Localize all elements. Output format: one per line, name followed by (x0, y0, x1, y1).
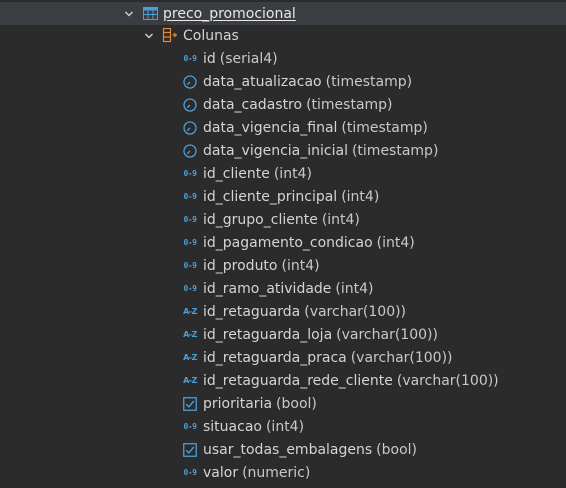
column-type: (timestamp) (351, 142, 439, 159)
tree-node-columns-folder[interactable]: Colunas (0, 24, 566, 47)
numeric-icon: 0-9 (183, 261, 197, 270)
tree-node-column[interactable]: data_atualizacao (timestamp) (0, 70, 566, 93)
numeric-icon: 0-9 (183, 192, 197, 201)
tree-node-column[interactable]: 0-9 id_grupo_cliente (int4) (0, 208, 566, 231)
column-name: id_grupo_cliente (203, 211, 318, 228)
numeric-icon: 0-9 (183, 468, 197, 477)
column-type: (varchar(100)) (304, 303, 407, 320)
column-type: (varchar(100)) (396, 372, 499, 389)
numeric-icon: 0-9 (183, 169, 197, 178)
tree-node-column[interactable]: A-Z id_retaguarda (varchar(100)) (0, 300, 566, 323)
tree-node-column[interactable]: 0-9 id_produto (int4) (0, 254, 566, 277)
numeric-icon: 0-9 (183, 54, 197, 63)
clock-icon (182, 120, 198, 136)
tree-node-column[interactable]: data_vigencia_final (timestamp) (0, 116, 566, 139)
tree-node-column[interactable]: data_cadastro (timestamp) (0, 93, 566, 116)
column-name: usar_todas_embalagens (203, 441, 373, 458)
column-type: (int4) (281, 257, 320, 274)
column-name: data_atualizacao (203, 73, 322, 90)
text-az-icon: A-Z (183, 376, 197, 385)
tree-node-table[interactable]: preco_promocional (0, 2, 566, 25)
tree-node-column[interactable]: A-Z id_retaguarda_loja (varchar(100)) (0, 323, 566, 346)
column-type: (int4) (376, 234, 415, 251)
columns-folder-icon (162, 28, 178, 44)
chevron-down-icon[interactable] (122, 7, 136, 21)
text-az-icon: A-Z (183, 353, 197, 362)
column-name: id (203, 50, 216, 67)
column-name: id_retaguarda (203, 303, 301, 320)
tree-node-column[interactable]: A-Z id_retaguarda_rede_cliente (varchar(10… (0, 369, 566, 392)
clock-icon (182, 143, 198, 159)
tree-node-column[interactable]: A-Z id_retaguarda_praca (varchar(100)) (0, 346, 566, 369)
column-type: (int4) (273, 165, 312, 182)
tree-node-column[interactable]: 0-9 id_cliente_principal (int4) (0, 185, 566, 208)
numeric-icon: 0-9 (183, 422, 197, 431)
column-name: id_retaguarda_praca (203, 349, 347, 366)
column-type: (bool) (376, 441, 418, 458)
column-name: id_cliente_principal (203, 188, 338, 205)
tree-node-column[interactable]: 0-9 id_cliente (int4) (0, 162, 566, 185)
column-type: (int4) (335, 280, 374, 297)
table-icon (142, 6, 158, 22)
chevron-down-icon[interactable] (142, 29, 156, 43)
column-type: (varchar(100)) (350, 349, 453, 366)
database-tree: preco_promocional Colunas 0-9 id (serial4)… (0, 0, 566, 488)
column-type: (varchar(100)) (336, 326, 438, 343)
column-name: id_ramo_atividade (203, 280, 332, 297)
column-name: data_vigencia_final (203, 119, 338, 136)
column-type: (serial4) (219, 50, 278, 67)
column-name: situacao (203, 418, 262, 435)
clock-icon (182, 97, 198, 113)
tree-node-column[interactable]: 0-9 id_pagamento_condicao (int4) (0, 231, 566, 254)
column-name: id_retaguarda_rede_cliente (203, 372, 393, 389)
tree-node-column[interactable]: 0-9 id (serial4) (0, 47, 566, 70)
numeric-icon: 0-9 (183, 284, 197, 293)
text-az-icon: A-Z (183, 307, 197, 316)
column-type: (timestamp) (325, 73, 413, 90)
column-name: data_cadastro (203, 96, 303, 113)
tree-node-column[interactable]: data_vigencia_inicial (timestamp) (0, 139, 566, 162)
clock-icon (182, 74, 198, 90)
column-name: id_cliente (203, 165, 270, 182)
column-name: id_produto (203, 257, 278, 274)
column-name: valor (203, 464, 239, 481)
column-type: (bool) (276, 395, 317, 412)
tree-node-column[interactable]: 0-9 id_ramo_atividade (int4) (0, 277, 566, 300)
table-name-label: preco_promocional (163, 5, 296, 22)
text-az-icon: A-Z (183, 330, 197, 339)
columns-folder-label: Colunas (183, 27, 239, 44)
column-type: (numeric) (242, 464, 311, 481)
column-name: id_retaguarda_loja (203, 326, 333, 343)
checkbox-icon (182, 442, 198, 458)
column-name: id_pagamento_condicao (203, 234, 373, 251)
tree-node-column[interactable]: prioritaria (bool) (0, 392, 566, 415)
column-type: (int4) (341, 188, 380, 205)
numeric-icon: 0-9 (183, 215, 197, 224)
tree-node-column[interactable]: 0-9 valor (numeric) (0, 461, 566, 484)
column-type: (int4) (265, 418, 305, 435)
column-name: prioritaria (203, 395, 273, 412)
numeric-icon: 0-9 (183, 238, 197, 247)
tree-node-column[interactable]: 0-9 situacao (int4) (0, 415, 566, 438)
column-type: (int4) (321, 211, 360, 228)
tree-node-column[interactable]: usar_todas_embalagens (bool) (0, 438, 566, 461)
column-type: (timestamp) (341, 119, 428, 136)
column-name: data_vigencia_inicial (203, 142, 348, 159)
column-type: (timestamp) (306, 96, 393, 113)
checkbox-icon (182, 396, 198, 412)
